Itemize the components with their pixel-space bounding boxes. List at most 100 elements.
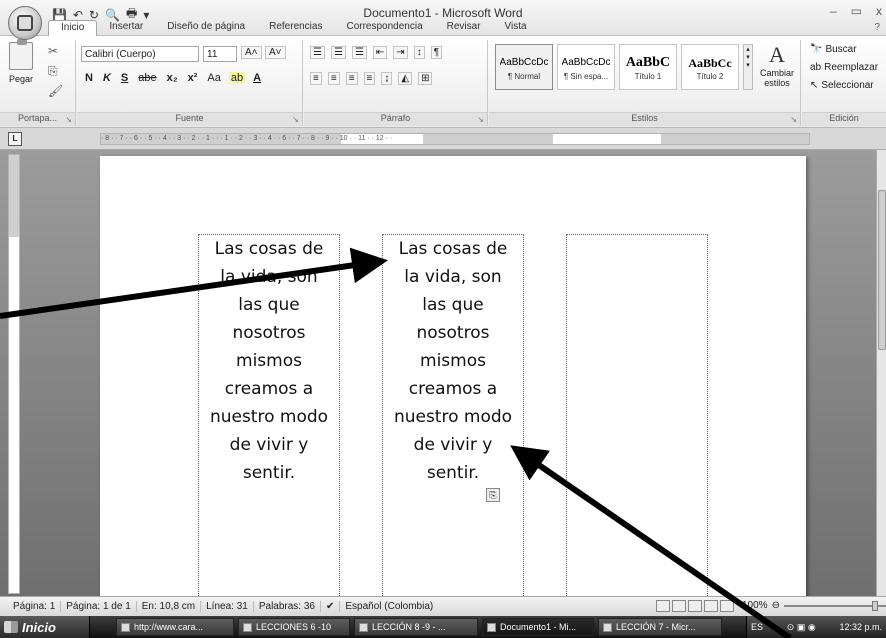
tab-vista[interactable]: Vista bbox=[493, 20, 539, 36]
taskbar: Inicio http://www.cara... LECCIONES 6 -1… bbox=[0, 616, 886, 638]
task-leccion-8-9[interactable]: LECCIÓN 8 -9 - ... bbox=[354, 618, 478, 636]
document-page[interactable]: Las cosas de la vida, son las que nosotr… bbox=[100, 156, 806, 604]
text-box-1[interactable]: Las cosas de la vida, son las que nosotr… bbox=[198, 234, 340, 604]
zoom-level[interactable]: 100% bbox=[742, 600, 768, 611]
text-box-2[interactable]: Las cosas de la vida, son las que nosotr… bbox=[382, 234, 524, 604]
shading-icon[interactable]: ◭ bbox=[398, 72, 413, 85]
shrink-font-button[interactable]: A˅ bbox=[265, 46, 286, 59]
tab-diseno-pagina[interactable]: Diseño de página bbox=[155, 20, 257, 36]
task-documento1[interactable]: Documento1 - Mi... bbox=[482, 618, 594, 636]
zoom-slider-knob[interactable] bbox=[871, 600, 878, 611]
change-styles-button[interactable]: A Cambiar estilos bbox=[757, 42, 797, 88]
tab-correspondencia[interactable]: Correspondencia bbox=[334, 20, 434, 36]
font-launcher-icon[interactable]: ↘ bbox=[292, 115, 299, 124]
scroll-thumb[interactable] bbox=[878, 190, 886, 350]
language-indicator[interactable]: ES bbox=[751, 622, 763, 632]
status-page[interactable]: Página: 1 bbox=[8, 601, 62, 612]
increase-indent-icon[interactable]: ⇥ bbox=[393, 46, 408, 59]
ribbon: Pegar ✂ ⎘ 🖌 Portapa... ↘ Calibri (Cuerpo… bbox=[0, 36, 886, 128]
status-line[interactable]: Línea: 31 bbox=[201, 601, 254, 612]
bold-button[interactable]: N bbox=[83, 72, 95, 84]
superscript-button[interactable]: x² bbox=[186, 72, 200, 84]
tab-referencias[interactable]: Referencias bbox=[257, 20, 334, 36]
format-painter-icon[interactable]: 🖌 bbox=[48, 84, 63, 98]
font-size-select[interactable]: 11 bbox=[203, 46, 237, 62]
zoom-control: 100% ⊖ ⊕ bbox=[742, 600, 886, 611]
close-button[interactable]: x bbox=[876, 4, 882, 18]
font-color-button[interactable]: A bbox=[251, 72, 263, 84]
clock[interactable]: 12:32 p.m. bbox=[839, 622, 882, 632]
style-titulo-2[interactable]: AaBbCc Título 2 bbox=[681, 44, 739, 90]
style-titulo-1[interactable]: AaBbC Título 1 bbox=[619, 44, 677, 90]
style-sin-espaciado[interactable]: AaBbCcDc ¶ Sin espa... bbox=[557, 44, 615, 90]
line-spacing-icon[interactable]: ↨ bbox=[381, 72, 393, 85]
change-case-button[interactable]: Aa bbox=[205, 72, 222, 84]
italic-button[interactable]: K bbox=[101, 72, 113, 84]
align-left-icon[interactable]: ≡ bbox=[310, 72, 322, 85]
task-browser[interactable]: http://www.cara... bbox=[116, 618, 234, 636]
binoculars-icon: 🔭 bbox=[810, 44, 823, 55]
justify-icon[interactable]: ≡ bbox=[363, 72, 376, 85]
bullets-icon[interactable]: ☰ bbox=[310, 46, 325, 59]
full-screen-view-icon[interactable] bbox=[672, 600, 686, 612]
styles-scroll[interactable]: ▴ ▾ ▾ bbox=[743, 44, 753, 90]
underline-button[interactable]: S bbox=[119, 72, 130, 84]
align-center-icon[interactable]: ≡ bbox=[327, 72, 340, 85]
paste-options-icon[interactable]: ⎘ bbox=[486, 488, 500, 502]
text-box-1-content: Las cosas de la vida, son las que nosotr… bbox=[209, 239, 329, 483]
vertical-scrollbar[interactable] bbox=[876, 150, 886, 596]
proofing-icon[interactable]: ✔ bbox=[321, 601, 341, 612]
zoom-out-icon[interactable]: ⊖ bbox=[772, 600, 780, 611]
help-icon[interactable]: ? bbox=[874, 22, 880, 33]
status-pages[interactable]: Página: 1 de 1 bbox=[61, 601, 137, 612]
web-layout-view-icon[interactable] bbox=[688, 600, 702, 612]
task-folder-lecciones[interactable]: LECCIONES 6 -10 bbox=[238, 618, 350, 636]
clipboard-group: Pegar ✂ ⎘ 🖌 Portapa... ↘ bbox=[0, 39, 76, 126]
clipboard-launcher-icon[interactable]: ↘ bbox=[65, 115, 72, 124]
sort-icon[interactable]: ↕ bbox=[413, 46, 425, 59]
vertical-ruler[interactable] bbox=[8, 154, 20, 594]
style-normal[interactable]: AaBbCcDc ¶ Normal bbox=[495, 44, 553, 90]
status-language[interactable]: Español (Colombia) bbox=[340, 601, 438, 612]
font-family-select[interactable]: Calibri (Cuerpo) bbox=[81, 46, 199, 62]
minimize-button[interactable]: – bbox=[830, 4, 837, 18]
tab-revisar[interactable]: Revisar bbox=[435, 20, 493, 36]
multilevel-list-icon[interactable]: ☰ bbox=[351, 46, 367, 59]
cut-icon[interactable]: ✂ bbox=[48, 44, 58, 58]
find-button[interactable]: 🔭 Buscar bbox=[810, 44, 857, 55]
task-leccion-7[interactable]: LECCIÓN 7 - Micr... bbox=[598, 618, 722, 636]
draft-view-icon[interactable] bbox=[720, 600, 734, 612]
print-layout-view-icon[interactable] bbox=[656, 600, 670, 612]
status-position[interactable]: En: 10,8 cm bbox=[137, 601, 202, 612]
tray-icons[interactable]: ⊙ ▣ ◉ bbox=[787, 622, 816, 633]
grow-font-button[interactable]: A˄ bbox=[241, 46, 262, 59]
copy-icon[interactable]: ⎘ bbox=[48, 64, 58, 79]
outline-view-icon[interactable] bbox=[704, 600, 718, 612]
styles-launcher-icon[interactable]: ↘ bbox=[790, 115, 797, 124]
document-workspace: Las cosas de la vida, son las que nosotr… bbox=[0, 150, 886, 604]
tab-inicio[interactable]: Inicio bbox=[48, 20, 98, 36]
strikethrough-button[interactable]: abe bbox=[136, 72, 158, 84]
align-right-icon[interactable]: ≡ bbox=[345, 72, 358, 85]
replace-button[interactable]: ab Reemplazar bbox=[810, 62, 878, 73]
highlight-button[interactable]: ab bbox=[228, 72, 246, 84]
pilcrow-icon[interactable]: ¶ bbox=[430, 46, 443, 59]
borders-icon[interactable]: ⊞ bbox=[418, 72, 433, 85]
editing-label: Edición bbox=[802, 112, 886, 126]
subscript-button[interactable]: x₂ bbox=[165, 72, 180, 84]
select-button[interactable]: ↖ Seleccionar bbox=[810, 80, 874, 91]
office-button[interactable] bbox=[8, 6, 42, 40]
paste-button[interactable]: Pegar bbox=[4, 39, 38, 98]
start-button[interactable]: Inicio bbox=[0, 616, 90, 638]
ruler-ticks: · 8 · · 7 · · 6 · · 5 · · 4 · · 3 · · 2 … bbox=[101, 135, 393, 142]
paragraph-launcher-icon[interactable]: ↘ bbox=[477, 115, 484, 124]
decrease-indent-icon[interactable]: ⇤ bbox=[372, 46, 388, 59]
horizontal-ruler[interactable]: · 8 · · 7 · · 6 · · 5 · · 4 · · 3 · · 2 … bbox=[100, 133, 810, 145]
zoom-slider[interactable] bbox=[783, 600, 886, 611]
text-box-3[interactable] bbox=[566, 234, 708, 604]
restore-button[interactable]: ▭ bbox=[851, 4, 862, 18]
tab-insertar[interactable]: Insertar bbox=[97, 20, 155, 36]
tab-selector-icon[interactable]: L bbox=[8, 132, 22, 146]
status-words[interactable]: Palabras: 36 bbox=[254, 601, 321, 612]
numbering-icon[interactable]: ☰ bbox=[330, 46, 346, 59]
